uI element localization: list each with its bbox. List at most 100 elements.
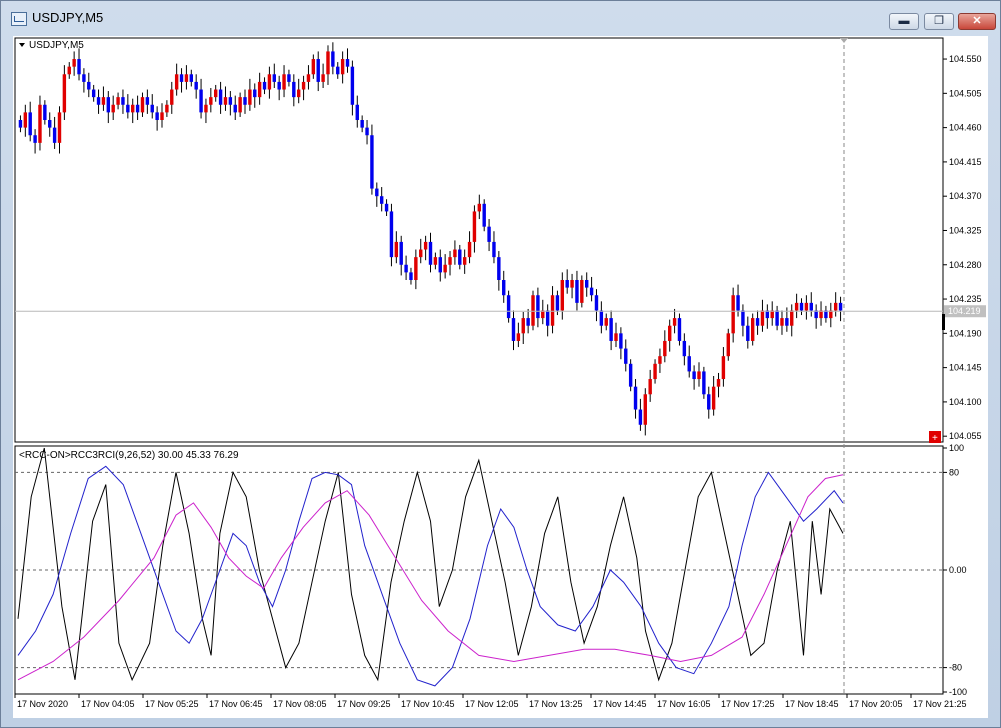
rci-series-line <box>17 465 844 687</box>
candle-body <box>414 257 418 280</box>
candle-body <box>404 264 408 273</box>
main-chart-frame <box>14 37 944 443</box>
candle-body <box>38 104 42 143</box>
candle-body <box>101 97 106 105</box>
candle-body <box>204 104 208 113</box>
candle-body <box>287 74 291 82</box>
chart-window: USDJPY,M5 ▬ ❐ ✕ 104.550 104.505 104.460 104… <box>0 0 1001 728</box>
candle-body <box>18 120 23 128</box>
chart-menu-arrow-icon[interactable] <box>19 43 25 47</box>
price-axis-label: 104.100 <box>949 397 982 407</box>
candle-body <box>23 112 28 128</box>
candle-body <box>599 310 604 326</box>
candle-body <box>711 386 716 410</box>
candle-body <box>140 97 145 113</box>
candle-body <box>306 74 311 82</box>
candle-body <box>550 295 555 326</box>
candle-body <box>731 295 735 334</box>
time-axis-label: 17 Nov 18:45 <box>785 699 839 709</box>
rci-series-line <box>17 474 844 681</box>
candle-body <box>667 325 672 341</box>
time-axis-label: 17 Nov 13:25 <box>529 699 583 709</box>
candle-body <box>775 310 779 326</box>
indicator-axis-label: -80 <box>949 663 962 673</box>
candle-body <box>545 310 550 326</box>
time-axis-label: 17 Nov 06:45 <box>209 699 263 709</box>
candle-body <box>633 386 638 410</box>
candle-body <box>462 257 467 265</box>
candle-body <box>87 81 91 90</box>
candle-body <box>580 280 584 303</box>
candle-body <box>218 89 223 105</box>
candle-body <box>785 318 789 326</box>
candles-layer <box>18 42 843 436</box>
scroll-marker[interactable] <box>942 314 945 330</box>
candle-body <box>443 264 447 273</box>
candle-body <box>43 104 47 120</box>
time-axis-label: 17 Nov 08:05 <box>273 699 327 709</box>
candle-body <box>628 363 633 387</box>
candle-body <box>438 257 442 273</box>
chart-svg[interactable]: 104.550 104.505 104.460 104.415 104.370 104.3… <box>13 36 988 718</box>
candle-body <box>619 333 623 349</box>
candle-body <box>560 280 565 311</box>
shift-marker-icon[interactable] <box>840 38 848 43</box>
candle-body <box>150 104 154 113</box>
candle-body <box>804 302 809 311</box>
candle-body <box>589 287 594 296</box>
candle-body <box>267 74 272 90</box>
candle-body <box>116 97 120 105</box>
price-axis-label: 104.550 <box>949 54 982 64</box>
rci-layer <box>15 447 943 687</box>
candle-body <box>96 97 101 105</box>
chart-canvas[interactable]: 104.550 104.505 104.460 104.415 104.370 104.3… <box>13 36 988 718</box>
minimize-button[interactable]: ▬ <box>889 13 919 30</box>
candle-body <box>301 81 306 90</box>
candle-body <box>355 104 359 120</box>
candle-body <box>360 120 364 128</box>
candle-body <box>760 310 765 326</box>
candle-body <box>833 302 838 311</box>
candle-body <box>809 302 813 311</box>
time-axis-label: 17 Nov 12:05 <box>465 699 519 709</box>
candle-body <box>746 325 750 341</box>
candle-body <box>213 89 218 98</box>
price-axis-label: 104.235 <box>949 294 982 304</box>
candle-body <box>604 318 608 326</box>
candle-body <box>575 280 579 303</box>
candle-body <box>624 348 628 364</box>
candle-body <box>677 318 682 341</box>
candle-body <box>209 97 213 105</box>
candle-body <box>570 280 574 288</box>
candle-body <box>170 89 174 105</box>
candle-body <box>121 97 125 105</box>
candle-body <box>531 295 535 326</box>
candle-body <box>155 112 159 120</box>
candle-body <box>165 104 169 113</box>
candle-body <box>585 280 589 288</box>
candle-body <box>33 135 37 143</box>
candle-body <box>419 249 423 258</box>
candle-body <box>726 333 730 357</box>
candle-body <box>57 112 62 143</box>
candle-body <box>409 272 413 280</box>
minimize-icon: ▬ <box>898 15 910 27</box>
time-axis-label: 17 Nov 17:25 <box>721 699 775 709</box>
candle-body <box>350 66 355 105</box>
candle-body <box>492 241 496 258</box>
candle-body <box>702 371 706 395</box>
title-bar[interactable]: USDJPY,M5 ▬ ❐ ✕ <box>1 1 1000 35</box>
indicator-label: <RCC-ON>RCC3RCI(9,26,52) 30.00 45.33 76.… <box>19 450 239 461</box>
candle-body <box>794 302 799 311</box>
candle-body <box>91 89 96 98</box>
candle-body <box>277 81 281 90</box>
candle-body <box>199 89 203 113</box>
candle-body <box>716 379 721 387</box>
time-axis-label: 17 Nov 05:25 <box>145 699 199 709</box>
close-button[interactable]: ✕ <box>958 13 996 30</box>
candle-body <box>433 257 438 265</box>
main-chart-label: USDJPY,M5 <box>29 40 84 51</box>
restore-button[interactable]: ❐ <box>924 13 954 30</box>
candle-body <box>672 318 677 326</box>
indicator-axis-label: 0.00 <box>949 565 967 575</box>
